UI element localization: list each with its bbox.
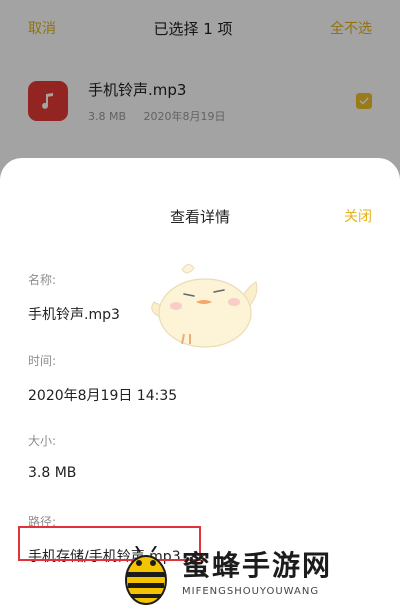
name-value: 手机铃声.mp3 <box>28 307 120 323</box>
details-bottom-sheet: 查看详情 关闭 名称: 手机铃声.mp3 时间: 2020年8月19日 14:3… <box>0 158 400 613</box>
sheet-header: 查看详情 关闭 <box>0 158 400 274</box>
time-label: 时间: <box>28 354 57 368</box>
close-button[interactable]: 关闭 <box>344 206 372 226</box>
sheet-title: 查看详情 <box>169 208 230 226</box>
chick-mascot-icon <box>151 264 258 348</box>
watermark-title: 蜜蜂手游网 <box>182 549 333 582</box>
size-value: 3.8 MB <box>28 465 77 481</box>
site-watermark: 蜜蜂手游网 MIFENGSHOUYOUWANG <box>118 538 400 613</box>
time-field: 时间: 2020年8月19日 14:35 <box>28 352 177 405</box>
size-label: 大小: <box>28 434 57 448</box>
watermark-subtitle: MIFENGSHOUYOUWANG <box>182 586 320 597</box>
size-field: 大小: 3.8 MB <box>28 432 76 481</box>
name-label: 名称: <box>28 273 57 287</box>
bee-logo-icon <box>125 546 167 605</box>
time-value: 2020年8月19日 14:35 <box>28 388 178 404</box>
name-field: 名称: 手机铃声.mp3 <box>28 271 120 324</box>
